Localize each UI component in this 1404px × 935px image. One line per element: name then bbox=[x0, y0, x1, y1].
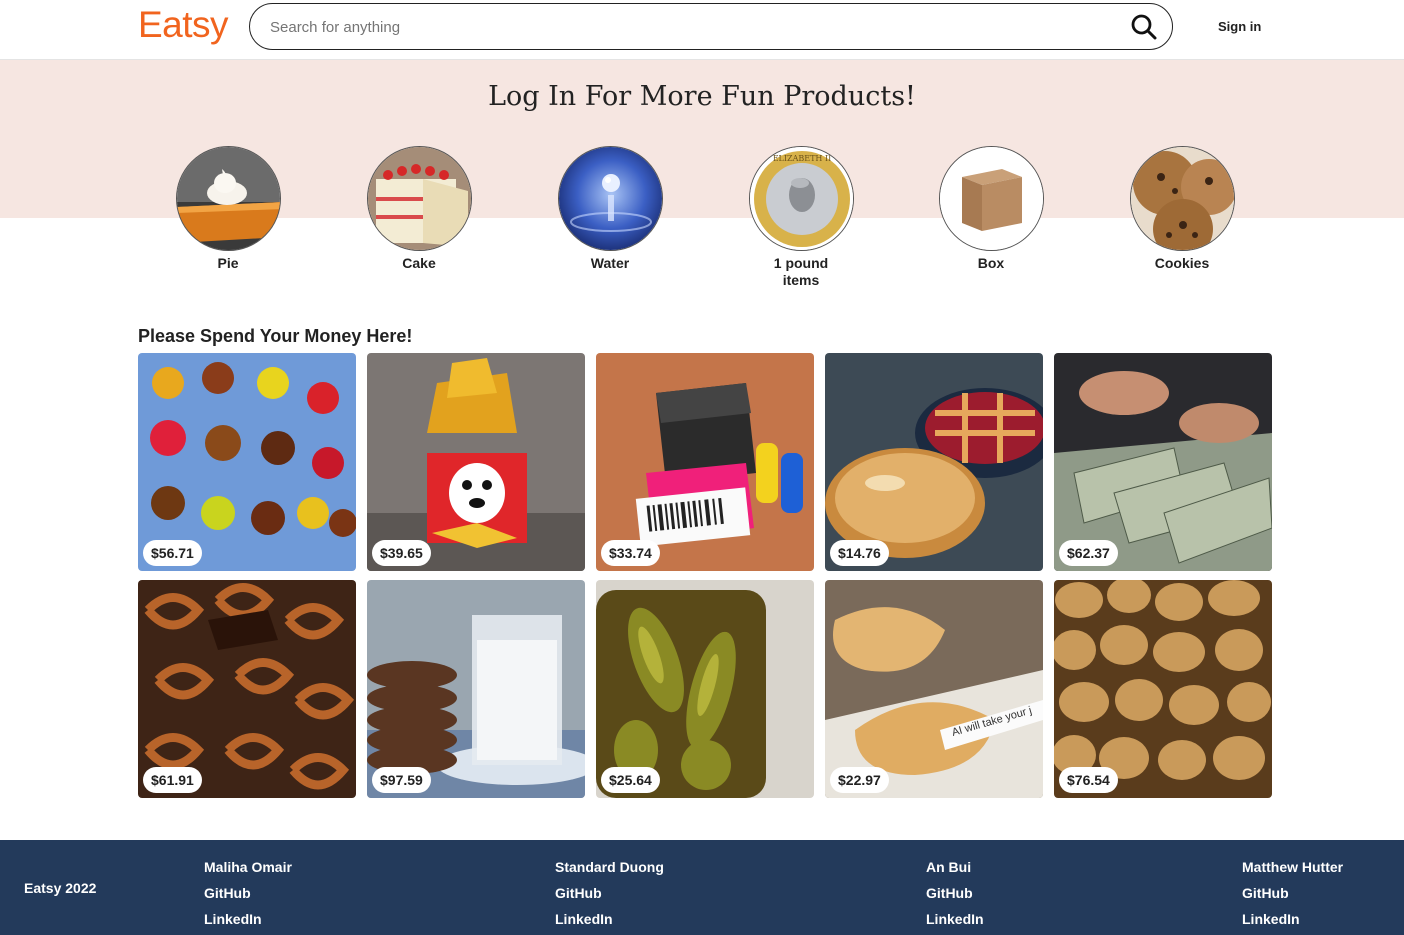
github-link[interactable]: GitHub bbox=[204, 880, 292, 906]
water-image bbox=[557, 146, 663, 251]
price-badge: $97.59 bbox=[372, 767, 431, 793]
search-bar bbox=[249, 3, 1173, 50]
label-printer-image bbox=[596, 353, 814, 571]
potatoes-image bbox=[1054, 580, 1272, 798]
cookies-milk-image bbox=[367, 580, 585, 798]
product-card[interactable]: $14.76 bbox=[825, 353, 1043, 571]
product-card[interactable]: $61.91 bbox=[138, 580, 356, 798]
category-label: Pie bbox=[217, 255, 239, 271]
category-label: 1 pound items bbox=[773, 255, 829, 288]
product-card[interactable]: $62.37 bbox=[1054, 353, 1272, 571]
pies-image bbox=[825, 353, 1043, 571]
product-card[interactable]: $56.71 bbox=[138, 353, 356, 571]
category-1-pound-items[interactable]: ELIZABETH II 1 pound items bbox=[731, 146, 871, 289]
footer-person-maliha: Maliha Omair GitHub LinkedIn bbox=[204, 854, 292, 932]
person-name: Maliha Omair bbox=[204, 859, 292, 875]
search-button[interactable] bbox=[1130, 13, 1158, 41]
cash-image bbox=[1054, 353, 1272, 571]
box-image bbox=[938, 146, 1044, 251]
product-card[interactable]: $33.74 bbox=[596, 353, 814, 571]
category-cookies[interactable]: Cookies bbox=[1112, 146, 1252, 272]
cookies-image bbox=[1129, 146, 1235, 251]
linkedin-link[interactable]: LinkedIn bbox=[555, 906, 664, 932]
gummy-bears-image bbox=[138, 353, 356, 571]
price-badge: $76.54 bbox=[1059, 767, 1118, 793]
footer-brand: Eatsy 2022 bbox=[24, 880, 97, 896]
category-label: Water bbox=[590, 255, 630, 271]
footer-person-matthew: Matthew Hutter GitHub LinkedIn bbox=[1242, 854, 1343, 932]
price-badge: $25.64 bbox=[601, 767, 660, 793]
price-badge: $22.97 bbox=[830, 767, 889, 793]
pickles-image bbox=[596, 580, 814, 798]
footer-person-standard: Standard Duong GitHub LinkedIn bbox=[555, 854, 664, 932]
fortune-cookies-image: AI will take your j bbox=[825, 580, 1043, 798]
person-name: Standard Duong bbox=[555, 859, 664, 875]
products-heading: Please Spend Your Money Here! bbox=[138, 326, 413, 346]
category-water[interactable]: Water bbox=[540, 146, 680, 272]
category-cake[interactable]: Cake bbox=[349, 146, 489, 272]
sign-in-button[interactable]: Sign in bbox=[1218, 19, 1261, 34]
category-label: Cake bbox=[402, 255, 436, 271]
category-label: Cookies bbox=[1154, 255, 1210, 271]
product-card[interactable]: AI will take your j $22.97 bbox=[825, 580, 1043, 798]
chips-bag-image bbox=[367, 353, 585, 571]
pretzels-image bbox=[138, 580, 356, 798]
product-card[interactable]: $97.59 bbox=[367, 580, 585, 798]
logo[interactable]: Eatsy bbox=[138, 4, 229, 46]
linkedin-link[interactable]: LinkedIn bbox=[926, 906, 984, 932]
cake-image bbox=[366, 146, 472, 251]
header: Eatsy Sign in bbox=[0, 0, 1404, 60]
svg-text:ELIZABETH II: ELIZABETH II bbox=[772, 154, 831, 163]
footer-person-an: An Bui GitHub LinkedIn bbox=[926, 854, 984, 932]
price-badge: $56.71 bbox=[143, 540, 202, 566]
price-badge: $39.65 bbox=[372, 540, 431, 566]
product-card[interactable]: $39.65 bbox=[367, 353, 585, 571]
hero-title: Log In For More Fun Products! bbox=[488, 81, 916, 112]
category-label: Box bbox=[977, 255, 1005, 271]
product-card[interactable]: $25.64 bbox=[596, 580, 814, 798]
price-badge: $61.91 bbox=[143, 767, 202, 793]
person-name: Matthew Hutter bbox=[1242, 859, 1344, 875]
product-card[interactable]: $76.54 bbox=[1054, 580, 1272, 798]
category-pie[interactable]: Pie bbox=[158, 146, 298, 272]
person-name: An Bui bbox=[926, 859, 972, 875]
linkedin-link[interactable]: LinkedIn bbox=[204, 906, 292, 932]
github-link[interactable]: GitHub bbox=[1242, 880, 1343, 906]
github-link[interactable]: GitHub bbox=[555, 880, 664, 906]
coin-image: ELIZABETH II bbox=[748, 146, 854, 251]
price-badge: $33.74 bbox=[601, 540, 660, 566]
github-link[interactable]: GitHub bbox=[926, 880, 984, 906]
linkedin-link[interactable]: LinkedIn bbox=[1242, 906, 1343, 932]
pie-image bbox=[175, 146, 281, 251]
search-input[interactable] bbox=[270, 16, 1110, 38]
footer: Eatsy 2022 Maliha Omair GitHub LinkedIn … bbox=[0, 840, 1404, 935]
search-icon bbox=[1131, 14, 1157, 40]
price-badge: $14.76 bbox=[830, 540, 889, 566]
category-box[interactable]: Box bbox=[921, 146, 1061, 272]
price-badge: $62.37 bbox=[1059, 540, 1118, 566]
